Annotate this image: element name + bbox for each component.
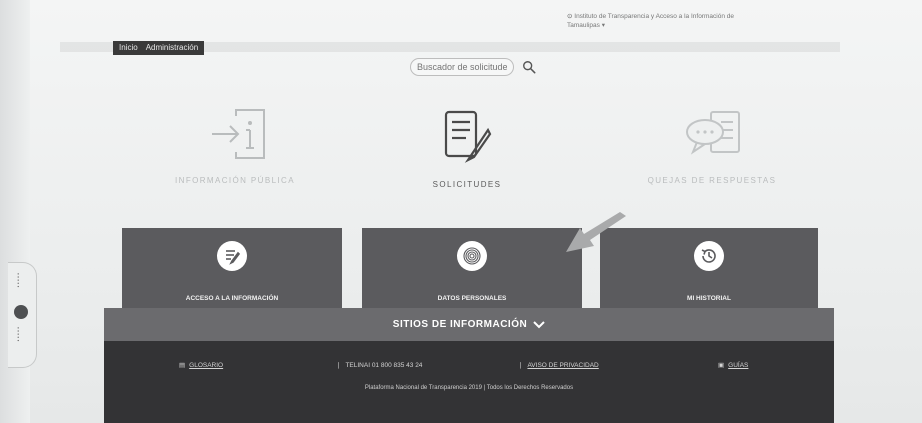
category-quejas[interactable]: QUEJAS DE RESPUESTAS xyxy=(622,108,802,185)
search-icon[interactable] xyxy=(522,60,536,74)
search-input[interactable] xyxy=(410,58,514,76)
widget-dots-lower: • • • • • xyxy=(16,327,22,342)
guide-icon: ▣ xyxy=(718,362,725,369)
phone-icon: ❘ xyxy=(336,362,342,369)
history-clock-icon xyxy=(694,241,724,271)
category-informacion-publica[interactable]: INFORMACIÓN PÚBLICA xyxy=(145,108,325,185)
tile-label: DATOS PERSONALES xyxy=(437,295,507,302)
institution-name: Instituto de Transparencia y Acceso a la… xyxy=(567,13,734,29)
footer-link-glosario[interactable]: ▤ GLOSARIO xyxy=(179,361,224,370)
tile-datos-personales[interactable]: DATOS PERSONALES xyxy=(362,228,582,310)
tile-mi-historial[interactable]: MI HISTORIAL xyxy=(600,228,818,310)
footer-link-telinai[interactable]: ❘ TELINAI 01 800 835 43 24 xyxy=(336,361,423,370)
footer-link-label: GLOSARIO xyxy=(189,361,224,369)
institution-selector[interactable]: ⊙ Instituto de Transparencia y Acceso a … xyxy=(567,12,757,30)
chevron-down-icon xyxy=(533,320,545,328)
tile-label: MI HISTORIAL xyxy=(687,295,731,302)
document-icon: ❘ xyxy=(518,362,524,369)
footer: ▤ GLOSARIO ❘ TELINAI 01 800 835 43 24 ❘ AVI… xyxy=(104,341,834,423)
pointer-arrow xyxy=(566,212,626,252)
page: Inicio Administración ⊙ Instituto de Tra… xyxy=(0,0,922,423)
footer-link-label: GUÍAS xyxy=(728,361,749,369)
request-document-icon xyxy=(444,110,492,163)
category-label: SOLICITUDES xyxy=(432,180,502,189)
fingerprint-icon xyxy=(457,241,487,271)
footer-link-aviso-privacidad[interactable]: ❘ AVISO DE PRIVACIDAD xyxy=(518,361,599,370)
widget-toggle-icon xyxy=(14,305,28,319)
footer-link-guias[interactable]: ▣ GUÍAS xyxy=(718,361,749,370)
top-menu: Inicio Administración xyxy=(113,41,205,55)
info-icon xyxy=(212,109,265,159)
category-solicitudes[interactable]: SOLICITUDES xyxy=(377,108,557,189)
category-label: INFORMACIÓN PÚBLICA xyxy=(175,176,295,185)
footer-link-label: AVISO DE PRIVACIDAD xyxy=(527,361,599,369)
book-icon: ▤ xyxy=(179,362,186,369)
menu-item-inicio[interactable]: Inicio xyxy=(119,41,138,55)
search-bar xyxy=(410,58,536,76)
accessibility-widget[interactable]: • • • • • • • • • • xyxy=(8,262,37,368)
chevron-down-icon: ▾ xyxy=(599,22,605,29)
menu-item-administracion[interactable]: Administración xyxy=(146,41,198,55)
tile-acceso-informacion[interactable]: ACCESO A LA INFORMACIÓN xyxy=(122,228,342,310)
edit-document-icon xyxy=(217,241,247,271)
tile-label: ACCESO A LA INFORMACIÓN xyxy=(185,295,279,302)
category-label: QUEJAS DE RESPUESTAS xyxy=(647,176,777,185)
info-sites-label: SITIOS DE INFORMACIÓN xyxy=(392,319,528,330)
widget-dots: • • • • • xyxy=(16,273,22,288)
copyright: Plataforma Nacional de Transparencia 201… xyxy=(364,385,574,391)
info-sites-toggle[interactable]: SITIOS DE INFORMACIÓN xyxy=(104,308,834,341)
complaint-chat-icon xyxy=(686,111,740,155)
footer-link-label: TELINAI 01 800 835 43 24 xyxy=(345,361,423,369)
